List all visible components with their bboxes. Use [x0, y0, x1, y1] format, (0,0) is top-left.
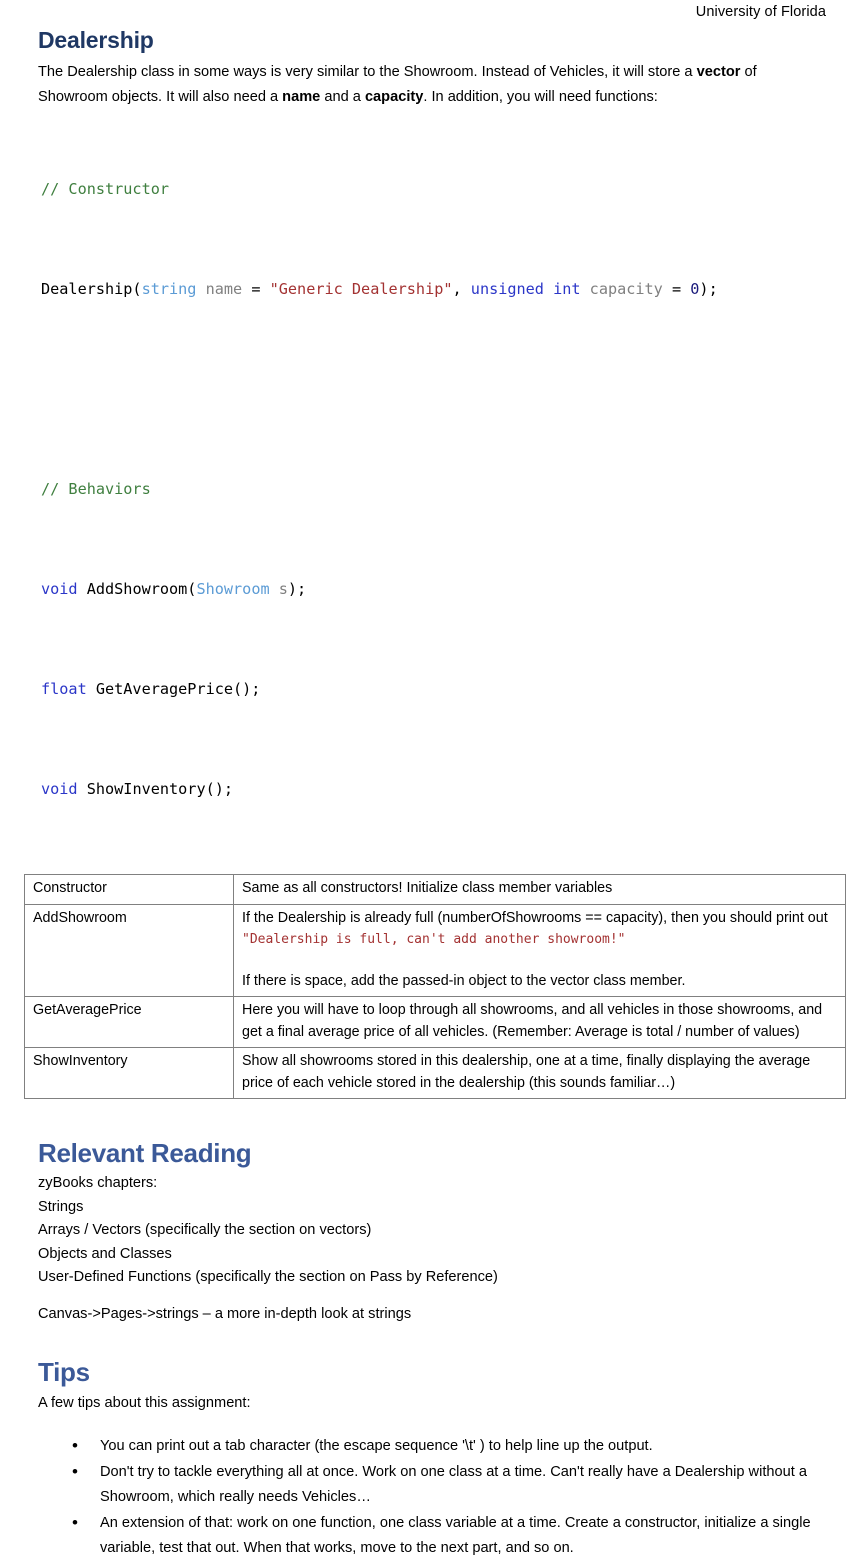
code-b3-name: ShowInventory(); — [77, 780, 234, 798]
table-cell-description: Show all showrooms stored in this dealer… — [233, 1047, 846, 1099]
document-header-institution: University of Florida — [695, 4, 826, 20]
tips-bullet-list: • You can print out a tab character (the … — [38, 1434, 844, 1561]
table-cell-description: Here you will have to loop through all s… — [233, 996, 846, 1048]
code-ctor-type-unsigned-int: unsigned int — [470, 280, 581, 298]
code-ctor-default-name: "Generic Dealership" — [269, 280, 453, 298]
code-b1-arg: s — [269, 580, 288, 598]
list-item-text: An extension of that: work on one functi… — [100, 1515, 811, 1556]
code-ctor-equals-2: = — [662, 280, 691, 298]
bullet-icon: • — [72, 1513, 78, 1532]
code-b1-type: void — [41, 580, 78, 598]
intro-bold-capacity: capacity — [364, 89, 424, 105]
code-ctor-fn: Dealership( — [41, 280, 142, 298]
table-cell-function-name: AddShowroom — [24, 903, 234, 997]
table-cell-description: If the Dealership is already full (numbe… — [233, 903, 846, 997]
code-ctor-param-capacity: capacity — [580, 280, 663, 298]
code-line-add-showroom: void AddShowroom(Showroom s); — [41, 577, 844, 602]
function-spec-table: Constructor Same as all constructors! In… — [24, 874, 846, 1099]
list-item: • An extension of that: work on one funct… — [38, 1511, 835, 1561]
code-ctor-type-string: string — [141, 280, 197, 298]
table-cell-function-name: Constructor — [24, 874, 234, 905]
table-row: ShowInventory Show all showrooms stored … — [24, 1047, 846, 1099]
section-tips: Tips A few tips about this assignment: •… — [38, 1356, 844, 1561]
intro-text-part-1: The Dealership class in some ways is ver… — [38, 64, 697, 80]
table-row: Constructor Same as all constructors! In… — [24, 874, 846, 905]
code-ctor-param-name: name — [196, 280, 243, 298]
reading-line-canvas-link: Canvas->Pages->strings – a more in-depth… — [38, 1305, 412, 1322]
desc-text: Same as all constructors! Initialize cla… — [242, 880, 613, 896]
desc-code-string: "Dealership is full, can't add another s… — [242, 932, 626, 947]
code-b1-name: AddShowroom( — [77, 580, 197, 598]
section-relevant-reading: Relevant Reading zyBooks chapters: Strin… — [38, 1137, 844, 1326]
code-comment-behaviors: // Behaviors — [41, 480, 151, 498]
desc-text: If the Dealership is already full (numbe… — [242, 909, 828, 926]
section-heading-tips: Tips — [38, 1357, 90, 1387]
intro-text-part-4: . In addition, you will need functions: — [423, 89, 658, 105]
list-item-text: You can print out a tab character (the e… — [100, 1438, 653, 1454]
code-b1-class: Showroom — [196, 580, 270, 598]
list-item: • Don't try to tackle everything all at o… — [38, 1460, 835, 1510]
table-row: AddShowroom If the Dealership is already… — [24, 903, 846, 997]
table-cell-function-name: GetAveragePrice — [24, 996, 234, 1048]
section-heading-dealership: Dealership — [38, 27, 154, 53]
desc-text-secondary: If there is space, add the passed-in obj… — [242, 972, 686, 989]
code-b1-close: ); — [287, 580, 307, 598]
bullet-icon: • — [72, 1462, 78, 1481]
table-row: GetAveragePrice Here you will have to lo… — [24, 996, 846, 1048]
code-line-constructor-signature: Dealership(string name = "Generic Dealer… — [41, 277, 844, 302]
reading-line: User-Defined Functions (specifically the… — [38, 1269, 498, 1285]
document-body: Dealership The Dealership class in some … — [24, 26, 846, 1562]
code-block: // Constructor Dealership(string name = … — [41, 127, 844, 852]
dealership-intro-paragraph: The Dealership class in some ways is ver… — [38, 60, 818, 110]
desc-text: Show all showrooms stored in this dealer… — [242, 1053, 811, 1091]
table-cell-function-name: ShowInventory — [24, 1047, 234, 1099]
code-b2-name: GetAveragePrice(); — [86, 680, 261, 698]
list-item: • You can print out a tab character (the … — [38, 1434, 835, 1459]
code-b3-type: void — [41, 780, 78, 798]
reading-spacer — [38, 1290, 844, 1303]
code-line-comment-constructor: // Constructor — [41, 177, 844, 202]
code-ctor-comma: , — [452, 280, 471, 298]
intro-text-part-3: and a — [320, 89, 365, 105]
bullet-icon: • — [72, 1436, 78, 1455]
code-ctor-close: ); — [699, 280, 718, 298]
section-heading-relevant-reading: Relevant Reading — [38, 1138, 252, 1168]
list-item-text: Don't try to tackle everything all at on… — [100, 1464, 807, 1505]
code-comment-constructor: // Constructor — [41, 180, 170, 198]
table-cell-description: Same as all constructors! Initialize cla… — [233, 874, 846, 905]
reading-line: Arrays / Vectors (specifically the secti… — [38, 1222, 372, 1238]
tips-intro-text: A few tips about this assignment: — [38, 1395, 251, 1411]
intro-bold-name: name — [282, 89, 321, 105]
code-ctor-equals-1: = — [242, 280, 270, 298]
code-b2-type: float — [41, 680, 87, 698]
code-line-get-average-price: float GetAveragePrice(); — [41, 677, 844, 702]
intro-bold-vector: vector — [696, 64, 741, 80]
code-line-comment-behaviors: // Behaviors — [41, 477, 844, 502]
reading-line: Objects and Classes — [38, 1245, 172, 1262]
desc-text: Here you will have to loop through all s… — [242, 1002, 823, 1040]
cell-spacer — [242, 951, 839, 971]
document-page: University of Florida Dealership The Dea… — [0, 0, 862, 1556]
reading-line: zyBooks chapters: — [38, 1175, 158, 1191]
reading-line: Strings — [38, 1198, 84, 1215]
code-line-show-inventory: void ShowInventory(); — [41, 777, 844, 802]
